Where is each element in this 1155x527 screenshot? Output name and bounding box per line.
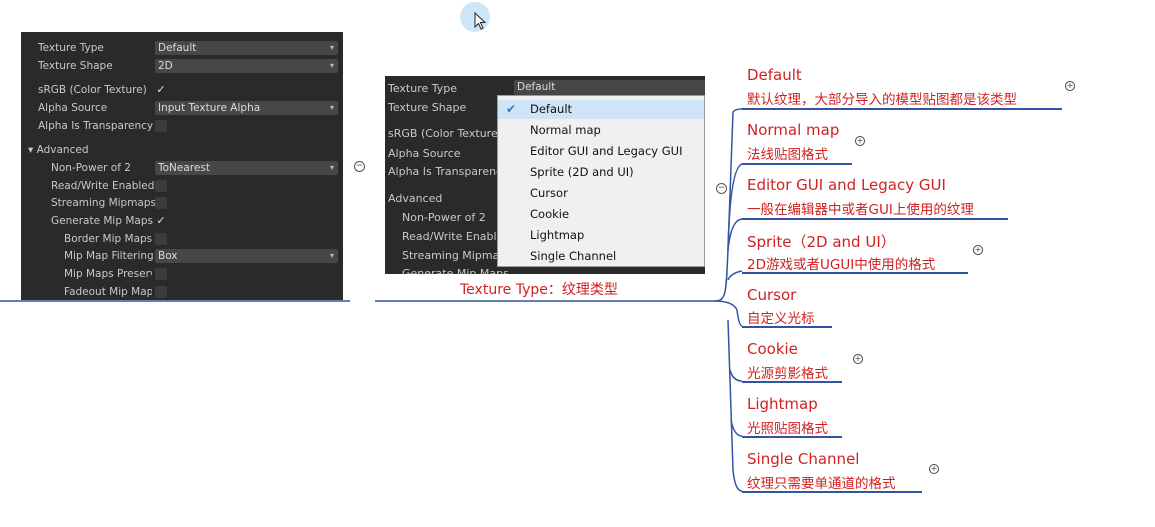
node-desc: 一般在编辑器中或者GUI上使用的纹理 <box>747 202 974 218</box>
node-desc: 2D游戏或者UGUI中使用的格式 <box>747 257 936 273</box>
node-desc: 纹理只需要单通道的格式 <box>747 476 896 492</box>
node-title: Editor GUI and Legacy GUI <box>747 176 946 194</box>
expand-icon[interactable]: + <box>929 464 939 474</box>
node-desc: 默认纹理，大部分导入的模型贴图都是该类型 <box>747 92 1017 108</box>
node-underline <box>742 163 852 165</box>
node-title: Cursor <box>747 286 797 304</box>
node-underline <box>742 326 832 328</box>
node-title: Single Channel <box>747 450 860 468</box>
collapse-icon[interactable]: − <box>716 183 727 194</box>
node-desc: 光源剪影格式 <box>747 366 828 382</box>
central-topic[interactable]: Texture Type：纹理类型 <box>460 279 618 299</box>
node-title: Normal map <box>747 121 840 139</box>
node-title: Default <box>747 66 802 84</box>
node-underline <box>742 381 842 383</box>
expand-icon[interactable]: + <box>1065 81 1075 91</box>
node-underline <box>742 436 842 438</box>
node-underline <box>742 108 1062 110</box>
node-desc: 光照贴图格式 <box>747 421 828 437</box>
node-underline <box>742 218 1008 220</box>
node-desc: 法线贴图格式 <box>747 147 828 163</box>
expand-icon[interactable]: + <box>855 136 865 146</box>
node-desc: 自定义光标 <box>747 311 815 327</box>
expand-icon[interactable]: + <box>973 245 983 255</box>
expand-icon[interactable]: + <box>853 354 863 364</box>
node-title: Cookie <box>747 340 798 358</box>
node-underline <box>742 272 968 274</box>
node-title: Sprite（2D and UI） <box>747 233 896 251</box>
mindmap-connectors <box>0 108 743 492</box>
node-title: Lightmap <box>747 395 818 413</box>
node-underline <box>742 491 922 493</box>
